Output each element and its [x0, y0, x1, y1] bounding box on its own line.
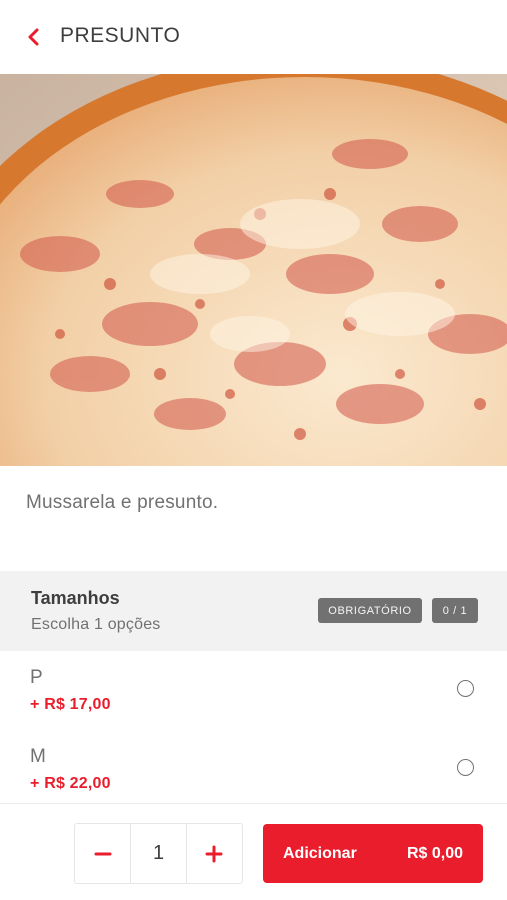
page-title: PRESUNTO — [60, 24, 181, 47]
pizza-image — [0, 74, 507, 466]
quantity-stepper: 1 — [74, 823, 243, 884]
option-price: + R$ 17,00 — [30, 696, 111, 713]
required-badge: OBRIGATÓRIO — [318, 598, 422, 623]
add-button-label: Adicionar — [283, 844, 357, 862]
option-name: M — [30, 746, 46, 767]
option-item-m[interactable]: M + R$ 22,00 — [0, 730, 507, 803]
increase-button[interactable] — [187, 824, 242, 883]
product-image — [0, 74, 507, 466]
decrease-button[interactable] — [75, 824, 130, 883]
plus-icon — [205, 845, 223, 862]
add-button-price: R$ 0,00 — [406, 844, 463, 862]
chevron-left-icon — [28, 28, 39, 46]
bottom-bar: 1 Adicionar R$ 0,00 — [0, 803, 507, 900]
radio-button[interactable] — [457, 680, 474, 697]
option-group-header: Tamanhos Escolha 1 opções OBRIGATÓRIO 0 … — [0, 571, 507, 651]
add-to-cart-button[interactable]: Adicionar R$ 0,00 — [263, 824, 483, 883]
group-title: Tamanhos — [31, 588, 120, 608]
back-button[interactable] — [18, 22, 48, 52]
product-description: Mussarela e presunto. — [26, 492, 219, 513]
quantity-value: 1 — [130, 824, 187, 883]
selection-count-badge: 0 / 1 — [432, 598, 478, 623]
radio-button[interactable] — [457, 759, 474, 776]
group-subtitle: Escolha 1 opções — [31, 616, 161, 633]
option-name: P — [30, 667, 43, 688]
option-item-p[interactable]: P + R$ 17,00 — [0, 651, 507, 731]
option-price: + R$ 22,00 — [30, 775, 111, 792]
top-bar: PRESUNTO — [0, 0, 507, 74]
minus-icon — [94, 852, 112, 855]
